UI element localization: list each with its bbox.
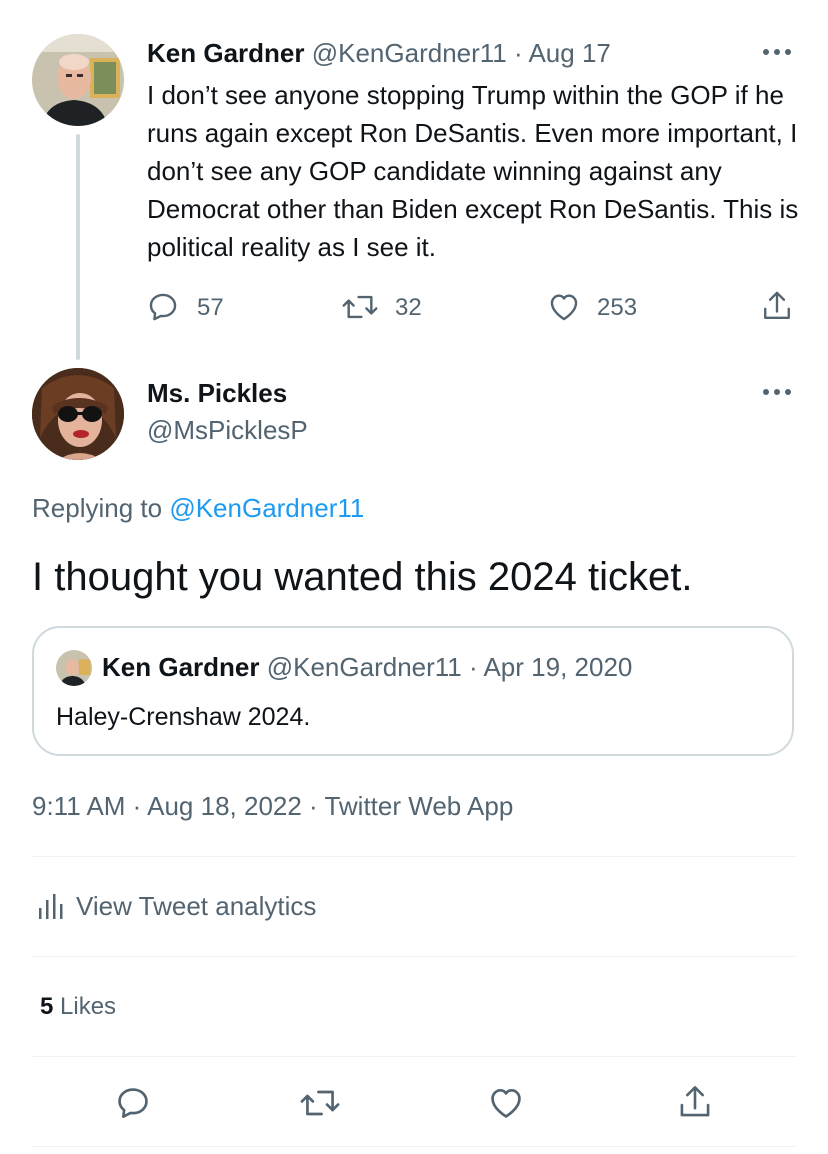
analytics-bars-icon[interactable] — [38, 892, 64, 920]
divider-1 — [32, 856, 796, 857]
parent-more-icon[interactable] — [762, 44, 792, 60]
divider-2 — [32, 956, 796, 957]
parent-author-avatar[interactable] — [32, 34, 124, 126]
quoted-tweet-header: Ken Gardner @KenGardner11 · Apr 19, 2020 — [102, 650, 632, 684]
parent-retweet-count: 32 — [395, 294, 422, 321]
divider-3 — [32, 1056, 796, 1057]
parent-reply-icon[interactable] — [146, 290, 180, 324]
quoted-author-avatar — [56, 650, 92, 686]
quoted-header-separator: · — [469, 652, 478, 682]
parent-like-count: 253 — [597, 294, 638, 321]
likes-summary[interactable]: 5 Likes — [40, 991, 116, 1023]
quoted-author-name: Ken Gardner — [102, 652, 260, 682]
likes-label: Likes — [60, 993, 117, 1020]
like-icon[interactable] — [487, 1084, 525, 1122]
thread-connector-line — [76, 134, 80, 360]
replying-to-handle-link[interactable]: @KenGardner11 — [169, 493, 364, 523]
main-author-handle[interactable]: @MsPicklesP — [147, 413, 308, 447]
parent-reply-count: 57 — [197, 294, 224, 321]
quoted-tweet-text: Haley-Crenshaw 2024. — [56, 703, 311, 731]
tweet-timestamp[interactable]: 9:11 AM · Aug 18, 2022 · Twitter Web App — [32, 789, 513, 823]
retweet-icon[interactable] — [298, 1084, 342, 1122]
parent-tweet-header: Ken Gardner @KenGardner11 · Aug 17 — [147, 36, 611, 70]
main-author-name[interactable]: Ms. Pickles — [147, 376, 287, 410]
reply-icon[interactable] — [114, 1084, 152, 1122]
quoted-tweet-card[interactable]: Ken Gardner @KenGardner11 · Apr 19, 2020… — [32, 626, 794, 756]
divider-4 — [32, 1146, 796, 1147]
likes-count: 5 — [40, 993, 54, 1020]
parent-author-name[interactable]: Ken Gardner — [147, 38, 305, 68]
parent-share-icon[interactable] — [760, 288, 794, 324]
main-tweet-text: I thought you wanted this 2024 ticket. — [32, 555, 693, 599]
parent-retweet-icon[interactable] — [340, 290, 380, 324]
share-icon[interactable] — [676, 1082, 714, 1122]
parent-tweet-date[interactable]: Aug 17 — [528, 38, 610, 68]
parent-header-separator: · — [514, 38, 523, 68]
view-tweet-analytics-link[interactable]: View Tweet analytics — [76, 889, 316, 923]
quoted-author-handle: @KenGardner11 — [266, 652, 462, 682]
parent-author-handle[interactable]: @KenGardner11 — [312, 38, 507, 68]
main-author-avatar[interactable] — [32, 368, 124, 460]
quoted-tweet-date: Apr 19, 2020 — [483, 652, 633, 682]
parent-tweet-text: I don’t see anyone stopping Trump within… — [147, 80, 799, 262]
main-more-icon[interactable] — [762, 384, 792, 400]
parent-like-icon[interactable] — [547, 290, 581, 324]
replying-to-line: Replying to @KenGardner11 — [32, 491, 364, 525]
replying-to-prefix: Replying to — [32, 493, 163, 523]
